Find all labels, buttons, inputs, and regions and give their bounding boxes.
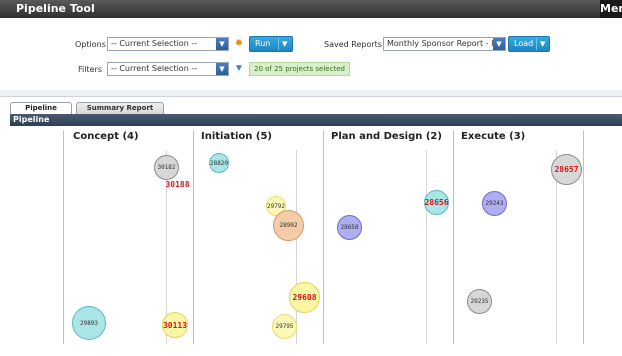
column-header-concept: Concept (4) (73, 131, 139, 142)
project-bubble[interactable]: 29235 (467, 289, 492, 314)
title-bar: Pipeline Tool Men (0, 0, 622, 18)
filters-label: Filters (78, 65, 102, 74)
column-header-plan-and-design: Plan and Design (2) (331, 131, 442, 142)
app-title: Pipeline Tool (16, 2, 95, 15)
tab-summary-report[interactable]: Summary Report (76, 102, 164, 114)
project-bubble[interactable]: 29893 (72, 306, 106, 340)
menu-button[interactable]: Men (600, 0, 622, 18)
project-bubble[interactable]: 29243 (482, 191, 507, 216)
stage-divider (193, 130, 194, 344)
project-bubble[interactable]: 28820 (209, 153, 229, 173)
stage-divider (323, 130, 324, 344)
project-bubble[interactable]: 28657 (551, 154, 582, 185)
filter-icon[interactable]: ▼ (233, 63, 245, 75)
project-bubble[interactable]: 28658 (337, 215, 362, 240)
load-button[interactable]: Load ▼ (508, 36, 550, 52)
stage-divider (63, 130, 64, 344)
chevron-down-icon: ▼ (216, 38, 228, 50)
saved-reports-select[interactable]: Monthly Sponsor Report - IT ▼ (383, 37, 506, 51)
options-select-value: -- Current Selection -- (111, 39, 198, 48)
chevron-down-icon: ▼ (282, 40, 288, 48)
project-bubble[interactable]: 28656 (424, 190, 449, 215)
chevron-down-icon: ▼ (493, 38, 505, 50)
project-bubble[interactable]: 28902 (273, 210, 304, 241)
project-bubble[interactable]: 30188 (165, 176, 189, 193)
column-header-execute: Execute (3) (461, 131, 526, 142)
section-header: Pipeline (10, 114, 622, 126)
gear-icon[interactable]: ✹ (233, 38, 245, 50)
options-select[interactable]: -- Current Selection -- ▼ (107, 37, 229, 51)
chevron-down-icon: ▼ (540, 40, 546, 48)
saved-reports-select-value: Monthly Sponsor Report - IT (387, 39, 499, 48)
filters-select-value: -- Current Selection -- (111, 64, 198, 73)
chevron-down-icon: ▼ (216, 63, 228, 75)
column-header-initiation: Initiation (5) (201, 131, 273, 142)
tab-pipeline[interactable]: Pipeline (10, 102, 72, 114)
run-button[interactable]: Run ▼ (249, 36, 293, 52)
run-button-label: Run (255, 39, 271, 48)
timeline-line (426, 150, 427, 344)
filters-select[interactable]: -- Current Selection -- ▼ (107, 62, 229, 76)
pipeline-board: Concept (4) Initiation (5) Plan and Desi… (10, 126, 622, 356)
divider (0, 90, 622, 97)
options-label: Options (75, 40, 106, 49)
stage-divider (583, 130, 584, 344)
selection-info-badge: 20 of 25 projects selected (249, 62, 350, 76)
project-bubble[interactable]: 29608 (289, 282, 320, 313)
stage-divider (453, 130, 454, 344)
project-bubble[interactable]: 30113 (162, 312, 188, 338)
timeline-line (296, 150, 297, 344)
saved-reports-label: Saved Reports (324, 40, 382, 49)
controls-panel (0, 18, 622, 91)
project-bubble[interactable]: 29795 (272, 314, 297, 339)
load-button-label: Load (514, 39, 534, 48)
